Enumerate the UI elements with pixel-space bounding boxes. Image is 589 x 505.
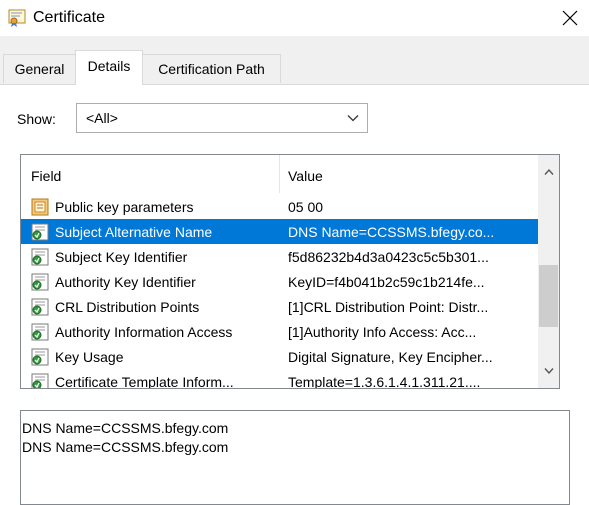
chevron-down-icon (347, 115, 359, 122)
column-divider[interactable] (279, 155, 280, 193)
vertical-scrollbar[interactable] (538, 155, 559, 388)
cert-extension-icon (31, 348, 49, 366)
field-value: Digital Signature, Key Encipher... (288, 349, 493, 365)
list-header: Field Value (21, 155, 538, 193)
list-item[interactable]: Authority Information Access [1]Authority… (21, 319, 538, 344)
title-bar: Certificate (0, 0, 589, 36)
certificate-icon (8, 9, 26, 27)
chevron-down-icon (543, 368, 554, 375)
field-name: Certificate Template Inform... (55, 374, 234, 389)
list-item[interactable]: Certificate Template Inform... Template=1… (21, 369, 538, 389)
tab-general[interactable]: General (3, 54, 76, 83)
field-name: Authority Key Identifier (55, 274, 196, 290)
field-name: Subject Alternative Name (55, 224, 213, 240)
field-name: Authority Information Access (55, 324, 233, 340)
detail-line: DNS Name=CCSSMS.bfegy.com (22, 439, 229, 455)
cert-extension-icon (31, 298, 49, 316)
scroll-up-button[interactable] (538, 155, 559, 189)
show-dropdown-value: <All> (86, 110, 118, 126)
cert-extension-icon (31, 248, 49, 266)
field-value: f5d86232b4d3a0423c5c5b301... (288, 249, 489, 265)
list-item[interactable]: Subject Key Identifier f5d86232b4d3a0423c… (21, 244, 538, 269)
window-title: Certificate (33, 9, 106, 26)
field-value: Template=1.3.6.1.4.1.311.21.... (288, 374, 481, 389)
list-item[interactable]: Authority Key Identifier KeyID=f4b041b2c5… (21, 269, 538, 294)
field-name: Public key parameters (55, 199, 194, 215)
show-label: Show: (17, 111, 56, 127)
detail-line: DNS Name=CCSSMS.bfegy.com (22, 420, 229, 436)
field-name: Key Usage (55, 349, 124, 365)
field-value: KeyID=f4b041b2c59c1b214fe... (288, 274, 485, 290)
cert-extension-icon (31, 223, 49, 241)
list-item[interactable]: CRL Distribution Points [1]CRL Distributi… (21, 294, 538, 319)
field-value: [1]CRL Distribution Point: Distr... (288, 299, 489, 315)
list-item[interactable]: Subject Alternative Name DNS Name=CCSSMS.… (21, 219, 538, 244)
field-value-textbox[interactable]: DNS Name=CCSSMS.bfegy.com DNS Name=CCSSM… (20, 410, 570, 505)
field-value: 05 00 (288, 199, 324, 215)
column-header-value[interactable]: Value (288, 167, 323, 185)
show-dropdown[interactable]: <All> (76, 103, 368, 133)
field-name: Subject Key Identifier (55, 249, 188, 265)
details-list[interactable]: Field Value Public key parameters 05 00 Su… (20, 154, 560, 389)
scroll-down-button[interactable] (538, 354, 559, 388)
tab-certification-path[interactable]: Certification Path (142, 54, 281, 83)
cert-extension-icon (31, 373, 49, 388)
scroll-thumb[interactable] (539, 265, 558, 327)
list-item[interactable]: Key Usage Digital Signature, Key Encipher… (21, 344, 538, 369)
field-value: [1]Authority Info Access: Acc... (288, 324, 477, 340)
close-icon (562, 10, 578, 26)
list-item[interactable]: Public key parameters 05 00 (21, 194, 538, 219)
close-button[interactable] (552, 2, 588, 34)
chevron-up-icon (543, 168, 554, 175)
field-value: DNS Name=CCSSMS.bfegy.co... (288, 224, 495, 240)
field-name: CRL Distribution Points (55, 299, 200, 315)
cert-prop-icon (31, 198, 49, 216)
cert-extension-icon (31, 273, 49, 291)
column-header-field[interactable]: Field (31, 167, 61, 185)
tab-details[interactable]: Details (75, 50, 143, 85)
cert-extension-icon (31, 323, 49, 341)
